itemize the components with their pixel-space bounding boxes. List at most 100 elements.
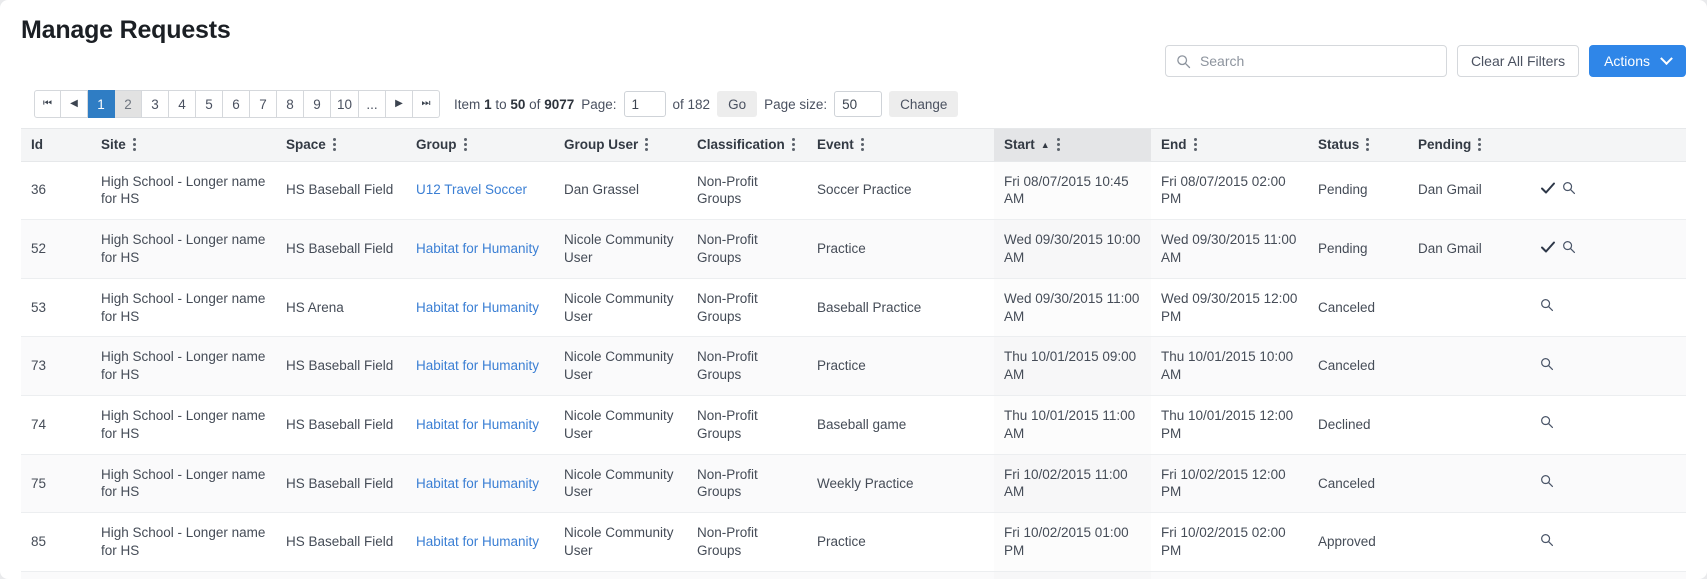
column-menu-icon[interactable] [644, 136, 649, 153]
pager-page-7[interactable]: 7 [250, 90, 277, 118]
column-header-label: Classification [697, 137, 785, 153]
column-menu-icon[interactable] [463, 136, 468, 153]
view-details-icon[interactable] [1540, 415, 1554, 434]
table-row[interactable]: 74 High School - Longer name for HS HS Bas… [21, 395, 1686, 455]
table-row[interactable]: 87High School - Longer name for HSHS Bas… [21, 571, 1686, 579]
column-header-space[interactable]: Space [276, 129, 406, 162]
item-range-text: Item 1 to 50 of 9077 [454, 96, 575, 112]
cell-event: Soccer Practice [807, 161, 994, 221]
table-row[interactable]: 52 High School - Longer name for HS HS Bas… [21, 219, 1686, 279]
view-details-icon[interactable] [1562, 181, 1576, 200]
search-input[interactable] [1199, 53, 1436, 69]
cell-site: High School - Longer name for HS [91, 336, 276, 396]
column-menu-icon[interactable] [1056, 136, 1061, 153]
cell-space: HS Baseball Field [276, 161, 406, 221]
pager-page-3[interactable]: 3 [142, 90, 169, 118]
column-menu-icon[interactable] [1365, 136, 1370, 153]
pager-last-button[interactable]: ⏭ [413, 90, 441, 118]
cell-status: Canceled [1308, 278, 1408, 338]
cell-site: High School - Longer name for HS [91, 571, 276, 579]
table-row[interactable]: 36 High School - Longer name for HS HS Bas… [21, 161, 1686, 221]
pager-prev-button[interactable]: ◀ [61, 90, 88, 118]
pager-next-button[interactable]: ▶ [386, 90, 414, 118]
pager-page-5[interactable]: 5 [196, 90, 223, 118]
cell-site: High School - Longer name for HS [91, 454, 276, 514]
group-link[interactable]: U12 Travel Soccer [416, 182, 527, 197]
view-details-icon[interactable] [1540, 298, 1554, 317]
column-header-site[interactable]: Site [91, 129, 276, 162]
row-actions [1526, 512, 1686, 572]
column-header-group[interactable]: Group [406, 129, 554, 162]
pager-page-8[interactable]: 8 [277, 90, 304, 118]
pager-page-4[interactable]: 4 [169, 90, 196, 118]
group-link[interactable]: Habitat for Humanity [416, 476, 539, 491]
row-actions [1526, 161, 1686, 221]
change-button[interactable]: Change [889, 91, 959, 117]
view-details-icon[interactable] [1540, 533, 1554, 552]
pager-page-9[interactable]: 9 [304, 90, 331, 118]
table-row[interactable]: 53 High School - Longer name for HS HS Are… [21, 278, 1686, 338]
group-link[interactable]: Habitat for Humanity [416, 417, 539, 432]
cell-group: Habitat for Humanity [406, 571, 554, 579]
pager-page-1[interactable]: 1 [88, 90, 115, 118]
pager-page-6[interactable]: 6 [223, 90, 250, 118]
cell-site: High School - Longer name for HS [91, 161, 276, 221]
column-header-label: Status [1318, 137, 1360, 153]
cell-status: Approved [1308, 512, 1408, 572]
view-details-icon[interactable] [1540, 357, 1554, 376]
cell-id: 75 [21, 454, 91, 514]
column-menu-icon[interactable] [791, 136, 796, 153]
column-menu-icon[interactable] [332, 136, 337, 153]
column-header-event[interactable]: Event [807, 129, 994, 162]
search-box[interactable] [1164, 45, 1447, 77]
column-header-start[interactable]: Start ▲ [994, 129, 1151, 162]
column-header-id[interactable]: Id [21, 129, 91, 162]
table-row[interactable]: 85 High School - Longer name for HS HS Bas… [21, 512, 1686, 572]
view-details-icon[interactable] [1540, 474, 1554, 493]
pager-page-2[interactable]: 2 [115, 90, 142, 118]
column-header-pending[interactable]: Pending [1408, 129, 1526, 162]
column-menu-icon[interactable] [132, 136, 137, 153]
pager-ellipsis[interactable]: ... [359, 90, 387, 118]
column-header-actions[interactable] [1526, 129, 1686, 162]
column-header-label: Pending [1418, 137, 1472, 153]
pager-first-button[interactable]: ⏮ [34, 90, 61, 118]
table-head: Id Site Space Group Group User Classification… [21, 129, 1686, 162]
cell-group_user: Nicole Community User [554, 571, 687, 579]
approve-icon[interactable] [1540, 239, 1556, 260]
cell-classification: Non-Profit Groups [687, 161, 807, 221]
cell-classification: Non-Profit Groups [687, 219, 807, 279]
pager-page-10[interactable]: 10 [331, 90, 360, 118]
row-actions [1526, 395, 1686, 455]
column-menu-icon[interactable] [1477, 136, 1482, 153]
column-header-label: Group [416, 137, 457, 153]
column-header-group_user[interactable]: Group User [554, 129, 687, 162]
sort-ascending-icon: ▲ [1040, 139, 1050, 150]
cell-classification: Non-Profit Groups [687, 395, 807, 455]
cell-site: High School - Longer name for HS [91, 512, 276, 572]
column-menu-icon[interactable] [1193, 136, 1198, 153]
actions-button[interactable]: Actions [1589, 45, 1686, 77]
column-header-classification[interactable]: Classification [687, 129, 807, 162]
group-link[interactable]: Habitat for Humanity [416, 300, 539, 315]
cell-status: Declined [1308, 395, 1408, 455]
clear-all-filters-button[interactable]: Clear All Filters [1456, 45, 1580, 77]
page-size-input[interactable] [834, 91, 883, 117]
group-link[interactable]: Habitat for Humanity [416, 241, 539, 256]
group-link[interactable]: Habitat for Humanity [416, 534, 539, 549]
table-header-row: Id Site Space Group Group User Classification… [21, 129, 1686, 162]
approve-icon[interactable] [1540, 180, 1556, 201]
table-row[interactable]: 75 High School - Longer name for HS HS Bas… [21, 454, 1686, 514]
table-row[interactable]: 73 High School - Longer name for HS HS Bas… [21, 336, 1686, 396]
cell-event: Baseball game [807, 395, 994, 455]
column-menu-icon[interactable] [860, 136, 865, 153]
column-header-end[interactable]: End [1151, 129, 1308, 162]
cell-space: HS Baseball Field [276, 219, 406, 279]
view-details-icon[interactable] [1562, 240, 1576, 259]
go-button[interactable]: Go [717, 91, 758, 117]
column-header-status[interactable]: Status [1308, 129, 1408, 162]
cell-group: Habitat for Humanity [406, 454, 554, 514]
cell-event: Practice [807, 219, 994, 279]
page-number-input[interactable] [623, 91, 666, 117]
group-link[interactable]: Habitat for Humanity [416, 358, 539, 373]
